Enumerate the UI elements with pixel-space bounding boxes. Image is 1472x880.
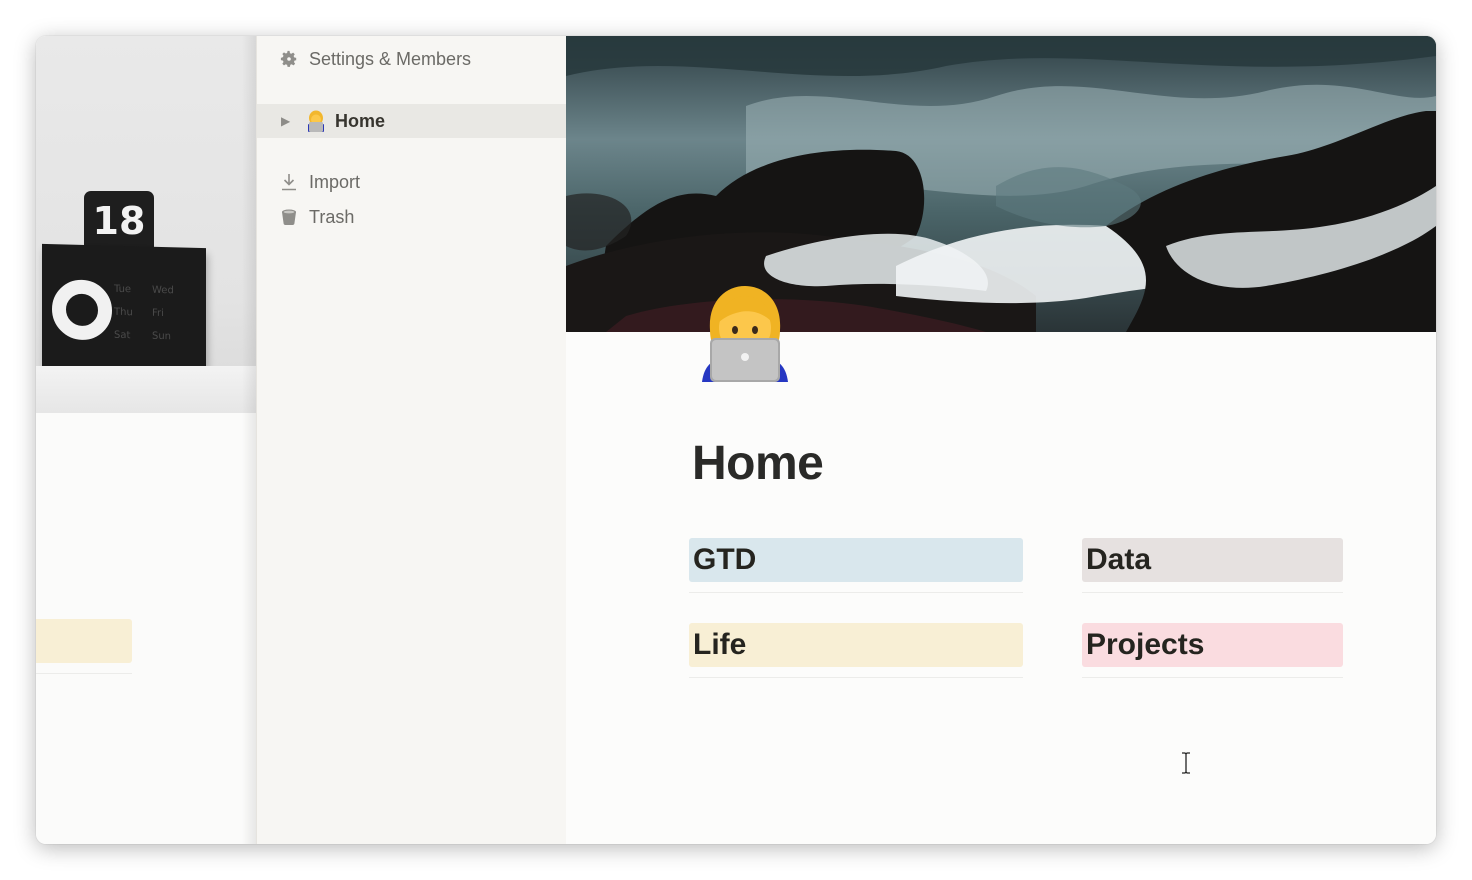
woman-technologist-icon	[305, 110, 327, 132]
calendar-date-tab: 18	[84, 191, 154, 251]
divider	[689, 592, 1023, 593]
underlay-divider	[36, 673, 132, 674]
block-label: GTD	[693, 543, 757, 576]
underlay-block	[36, 619, 132, 663]
sidebar-item-import[interactable]: Import	[257, 165, 566, 199]
sidebar-item-label: Trash	[309, 206, 355, 227]
sidebar-item-settings[interactable]: Settings & Members	[257, 42, 566, 76]
calendar-day: Sat	[114, 329, 131, 342]
cover-painting	[566, 36, 1436, 332]
cover-image[interactable]	[566, 36, 1436, 332]
block-label: Life	[693, 628, 747, 661]
underlay-page: 18 Tue Wed Thu Fri Sat Sun	[36, 36, 256, 844]
calendar-day: Wed	[152, 284, 174, 297]
block-label: Projects	[1086, 628, 1205, 661]
calendar-day: Sun	[152, 330, 172, 343]
calendar-day: Fri	[152, 307, 164, 320]
underlay-shadow	[242, 36, 256, 844]
page-link-data[interactable]: Data	[1082, 538, 1343, 582]
trash-icon	[279, 207, 299, 227]
download-icon	[279, 172, 299, 192]
divider	[689, 677, 1023, 678]
sidebar-item-label: Home	[335, 110, 386, 131]
caret-right-icon[interactable]: ▶	[281, 114, 293, 128]
calendar-ring-icon	[52, 279, 112, 341]
divider	[1082, 592, 1343, 593]
sidebar-item-trash[interactable]: Trash	[257, 200, 566, 234]
underlay-cover-image: 18 Tue Wed Thu Fri Sat Sun	[36, 36, 256, 413]
sidebar-item-label: Import	[309, 171, 361, 192]
sidebar-item-home[interactable]: ▶ Home	[257, 104, 566, 138]
text-cursor-icon	[1181, 752, 1191, 774]
page-content: Home GTD Data Life Projects	[566, 36, 1436, 844]
calendar-day: Tue	[114, 283, 132, 296]
page-link-gtd[interactable]: GTD	[689, 538, 1023, 582]
page-title[interactable]: Home	[692, 436, 824, 491]
shelf	[36, 366, 256, 413]
divider	[1082, 677, 1343, 678]
sidebar: Settings & Members ▶ Home Import Trash	[256, 36, 566, 844]
block-label: Data	[1086, 543, 1152, 576]
sidebar-item-label: Settings & Members	[309, 48, 472, 69]
calendar-day: Thu	[114, 306, 133, 319]
app-window: 18 Tue Wed Thu Fri Sat Sun Settings & Membe…	[36, 36, 1436, 844]
page-link-life[interactable]: Life	[689, 623, 1023, 667]
calendar-days: Tue Wed Thu Fri Sat Sun	[114, 278, 204, 349]
gear-icon	[279, 49, 299, 69]
page-link-projects[interactable]: Projects	[1082, 623, 1343, 667]
woman-technologist-page-icon[interactable]	[700, 282, 790, 382]
